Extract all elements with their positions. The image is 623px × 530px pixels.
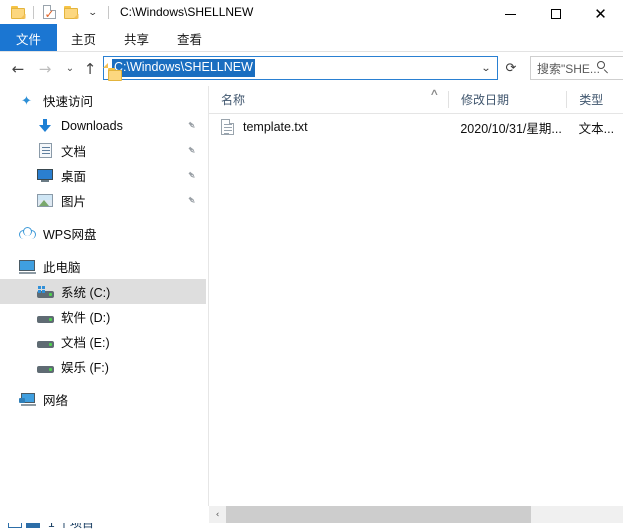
sidebar-item-label: 系统 (C:) [61, 286, 111, 300]
desktop-icon [36, 167, 54, 185]
address-dropdown-icon[interactable]: ⌄ [472, 57, 500, 79]
documents-icon [36, 142, 54, 160]
file-name-cell[interactable]: template.txt [209, 119, 448, 135]
quick-access-star-icon: ✦ [21, 92, 32, 108]
drive-icon [36, 308, 54, 326]
drive-icon [36, 333, 54, 351]
large-icons-view-icon[interactable] [26, 523, 40, 528]
refresh-button[interactable]: ⟳ [500, 56, 522, 80]
pictures-icon [36, 192, 54, 210]
sidebar-item-pictures[interactable]: 图片 ✒ [0, 188, 206, 213]
network-icon [18, 391, 36, 409]
column-header-row: 名称 ∧ 修改日期 类型 [209, 86, 623, 114]
forward-button[interactable]: → [33, 56, 57, 82]
sidebar-item-documents[interactable]: 文档 ✒ [0, 138, 206, 163]
sidebar-item-wps-cloud[interactable]: WPS网盘 [0, 221, 206, 246]
navigation-bar: ← → ⌄ ↑ C:\Windows\SHELLNEW ⌄ ⟳ 搜索"SHE..… [0, 56, 623, 82]
sidebar-item-label: 软件 (D:) [61, 311, 111, 325]
minimize-icon [505, 14, 516, 15]
file-name-label: template.txt [243, 120, 308, 134]
sidebar-item-label: 文档 (E:) [61, 336, 110, 350]
up-button[interactable]: ↑ [78, 56, 102, 82]
sidebar-item-entertainment-f[interactable]: 娱乐 (F:) [0, 354, 206, 379]
column-header-label: 类型 [579, 93, 604, 107]
column-header-name[interactable]: 名称 ∧ [209, 86, 450, 113]
window-title: C:\Windows\SHELLNEW [120, 5, 254, 19]
sidebar-item-label: 文档 [61, 145, 87, 159]
folder-icon[interactable] [7, 1, 29, 23]
search-input[interactable]: 搜索"SHE... [537, 60, 600, 77]
sidebar-item-desktop[interactable]: 桌面 ✒ [0, 163, 206, 188]
drive-icon [36, 358, 54, 376]
sidebar-item-downloads[interactable]: Downloads ✒ [0, 113, 206, 138]
file-list-pane: 名称 ∧ 修改日期 类型 template.txt 2020/10/31/星期.… [209, 86, 623, 506]
pin-icon[interactable]: ✒ [184, 118, 200, 133]
details-view-icon[interactable] [8, 523, 22, 528]
column-header-date-modified[interactable]: 修改日期 [449, 86, 568, 113]
file-explorer-window: ✓ ⌄ C:\Windows\SHELLNEW ✕ 文件 主页 共享 查看 ← … [0, 0, 623, 530]
navigation-pane: ✦ 快速访问 Downloads ✒ 文档 ✒ 桌面 ✒ 图片 ✒ WPS网盘 [0, 88, 206, 503]
sidebar-item-label: 快速访问 [43, 95, 94, 109]
sidebar-item-this-pc[interactable]: 此电脑 [0, 254, 206, 279]
pin-icon[interactable]: ✒ [184, 193, 200, 208]
sidebar-group-gap-3 [0, 379, 206, 387]
search-box[interactable]: 搜索"SHE... [530, 56, 623, 80]
back-button[interactable]: ← [6, 56, 30, 82]
ribbon-divider [0, 51, 623, 52]
file-date-cell: 2020/10/31/星期... [460, 121, 562, 136]
sidebar-item-documents-e[interactable]: 文档 (E:) [0, 329, 206, 354]
customize-chevron-icon[interactable]: ⌄ [82, 1, 104, 23]
address-input[interactable]: C:\Windows\SHELLNEW [112, 59, 255, 77]
pin-icon[interactable]: ✒ [184, 168, 200, 183]
cloud-icon [18, 225, 36, 243]
sidebar-item-label: 图片 [61, 195, 87, 209]
pin-icon[interactable]: ✒ [184, 143, 200, 158]
text-file-icon [221, 119, 234, 135]
column-header-label: 名称 [221, 93, 246, 107]
title-bar: ✓ ⌄ C:\Windows\SHELLNEW ✕ [0, 0, 623, 24]
tab-home[interactable]: 主页 [57, 24, 110, 52]
close-icon: ✕ [594, 4, 607, 23]
column-header-label: 修改日期 [461, 93, 510, 107]
scroll-left-icon[interactable]: ‹ [209, 506, 226, 523]
quick-access-toolbar: ✓ ⌄ [0, 0, 113, 24]
column-header-type[interactable]: 类型 [567, 86, 623, 113]
sidebar-group-gap-2 [0, 246, 206, 254]
chevron-down-icon: ⌄ [87, 6, 99, 17]
tab-file[interactable]: 文件 [0, 24, 58, 52]
tab-view[interactable]: 查看 [163, 24, 216, 52]
ribbon-tab-bar: 文件 主页 共享 查看 [0, 24, 623, 52]
sidebar-item-label: 娱乐 (F:) [61, 361, 109, 375]
status-bar: 1 个项目 [0, 523, 623, 530]
sidebar-item-label: 桌面 [61, 170, 87, 184]
sidebar-item-label: Downloads [61, 118, 123, 133]
properties-icon[interactable]: ✓ [38, 1, 60, 23]
tab-share[interactable]: 共享 [110, 24, 163, 52]
new-folder-icon[interactable] [60, 1, 82, 23]
qat-separator-2 [108, 5, 109, 19]
table-row[interactable]: template.txt 2020/10/31/星期... 文本... [209, 114, 623, 140]
horizontal-scrollbar[interactable]: ‹ [209, 506, 623, 523]
this-pc-icon [18, 258, 36, 276]
sidebar-item-label: 网络 [43, 394, 69, 408]
sidebar-item-software-d[interactable]: 软件 (D:) [0, 304, 206, 329]
system-drive-icon [36, 283, 54, 301]
scrollbar-thumb[interactable] [226, 506, 531, 523]
downloads-arrow-icon [36, 117, 54, 135]
sidebar-group-gap-1 [0, 213, 206, 221]
file-type-cell: 文本... [578, 121, 615, 136]
sidebar-item-quick-access[interactable]: ✦ 快速访问 [0, 88, 206, 113]
sidebar-item-system-c[interactable]: 系统 (C:) [0, 279, 206, 304]
sidebar-item-label: WPS网盘 [43, 228, 97, 242]
address-bar[interactable]: C:\Windows\SHELLNEW ⌄ [103, 56, 500, 81]
status-item-count: 1 个项目 [48, 523, 95, 530]
sidebar-item-label: 此电脑 [43, 261, 81, 275]
sidebar-item-network[interactable]: 网络 [0, 387, 206, 412]
maximize-icon [550, 9, 561, 19]
search-icon [597, 61, 611, 75]
sort-ascending-icon: ∧ [429, 87, 440, 97]
qat-separator-1 [33, 5, 34, 19]
